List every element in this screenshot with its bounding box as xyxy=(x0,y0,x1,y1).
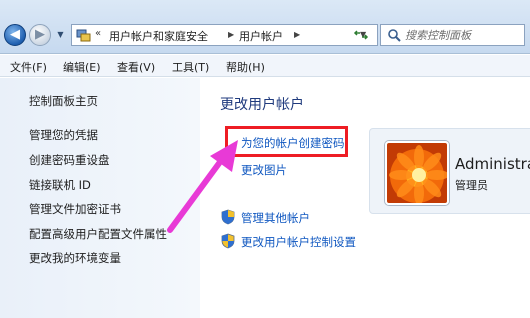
menu-view[interactable]: 查看(V) xyxy=(117,59,155,75)
chevron-down-icon: ▼ xyxy=(57,30,64,39)
back-arrow-icon: ◀ xyxy=(10,27,20,42)
menu-edit[interactable]: 编辑(E) xyxy=(63,59,101,75)
change-uac-settings-link[interactable]: 更改用户帐户控制设置 xyxy=(241,234,356,250)
page-title: 更改用户帐户 xyxy=(220,97,304,113)
menu-bar: 文件(F) 编辑(E) 查看(V) 工具(T) 帮助(H) xyxy=(0,55,530,77)
task-link-advanced-profile[interactable]: 配置高级用户配置文件属性 xyxy=(29,226,167,242)
refresh-icon xyxy=(353,30,369,40)
menu-tools[interactable]: 工具(T) xyxy=(172,59,209,75)
control-panel-icon xyxy=(76,29,91,42)
back-button[interactable]: ◀ xyxy=(4,24,26,46)
task-link-manage-credentials[interactable]: 管理您的凭据 xyxy=(29,127,98,143)
task-link-online-id[interactable]: 链接联机 ID xyxy=(29,177,91,193)
manage-other-accounts-link[interactable]: 管理其他帐户 xyxy=(241,210,310,226)
breadcrumb-item[interactable]: 用户帐户 xyxy=(239,28,283,44)
breadcrumb-item[interactable]: 用户帐户和家庭安全 xyxy=(109,28,208,44)
flower-picture-icon xyxy=(389,145,447,203)
forward-arrow-icon: ▶ xyxy=(35,27,45,42)
annotation-arrow xyxy=(167,140,238,233)
breadcrumb-overflow[interactable]: « xyxy=(95,28,101,39)
menu-help[interactable]: 帮助(H) xyxy=(226,59,265,75)
task-link-password-reset-disk[interactable]: 创建密码重设盘 xyxy=(29,152,110,168)
address-bar[interactable]: « 用户帐户和家庭安全 ▶ 用户帐户 ▶ ▼ xyxy=(71,24,378,46)
avatar[interactable] xyxy=(385,141,449,205)
menu-file[interactable]: 文件(F) xyxy=(10,59,47,75)
chevron-right-icon[interactable]: ▶ xyxy=(294,30,300,39)
recent-pages-button[interactable]: ▼ xyxy=(55,28,66,42)
search-icon[interactable] xyxy=(387,28,401,42)
refresh-button[interactable] xyxy=(352,28,370,44)
search-box[interactable] xyxy=(380,24,525,46)
task-link-encryption-certificates[interactable]: 管理文件加密证书 xyxy=(29,201,121,217)
search-input[interactable] xyxy=(405,27,521,43)
create-password-link[interactable]: 为您的帐户创建密码 xyxy=(241,135,345,151)
user-name: Administra xyxy=(455,155,530,173)
chevron-right-icon[interactable]: ▶ xyxy=(228,30,234,39)
user-role: 管理员 xyxy=(455,179,488,192)
forward-button[interactable]: ▶ xyxy=(29,24,51,46)
control-panel-home-link[interactable]: 控制面板主页 xyxy=(29,93,98,109)
task-link-environment-variables[interactable]: 更改我的环境变量 xyxy=(29,250,121,266)
user-account-card: Administra 管理员 xyxy=(369,128,530,214)
navigation-bar: ◀ ▶ ▼ « 用户帐户和家庭安全 ▶ 用户帐户 ▶ ▼ xyxy=(0,0,530,54)
